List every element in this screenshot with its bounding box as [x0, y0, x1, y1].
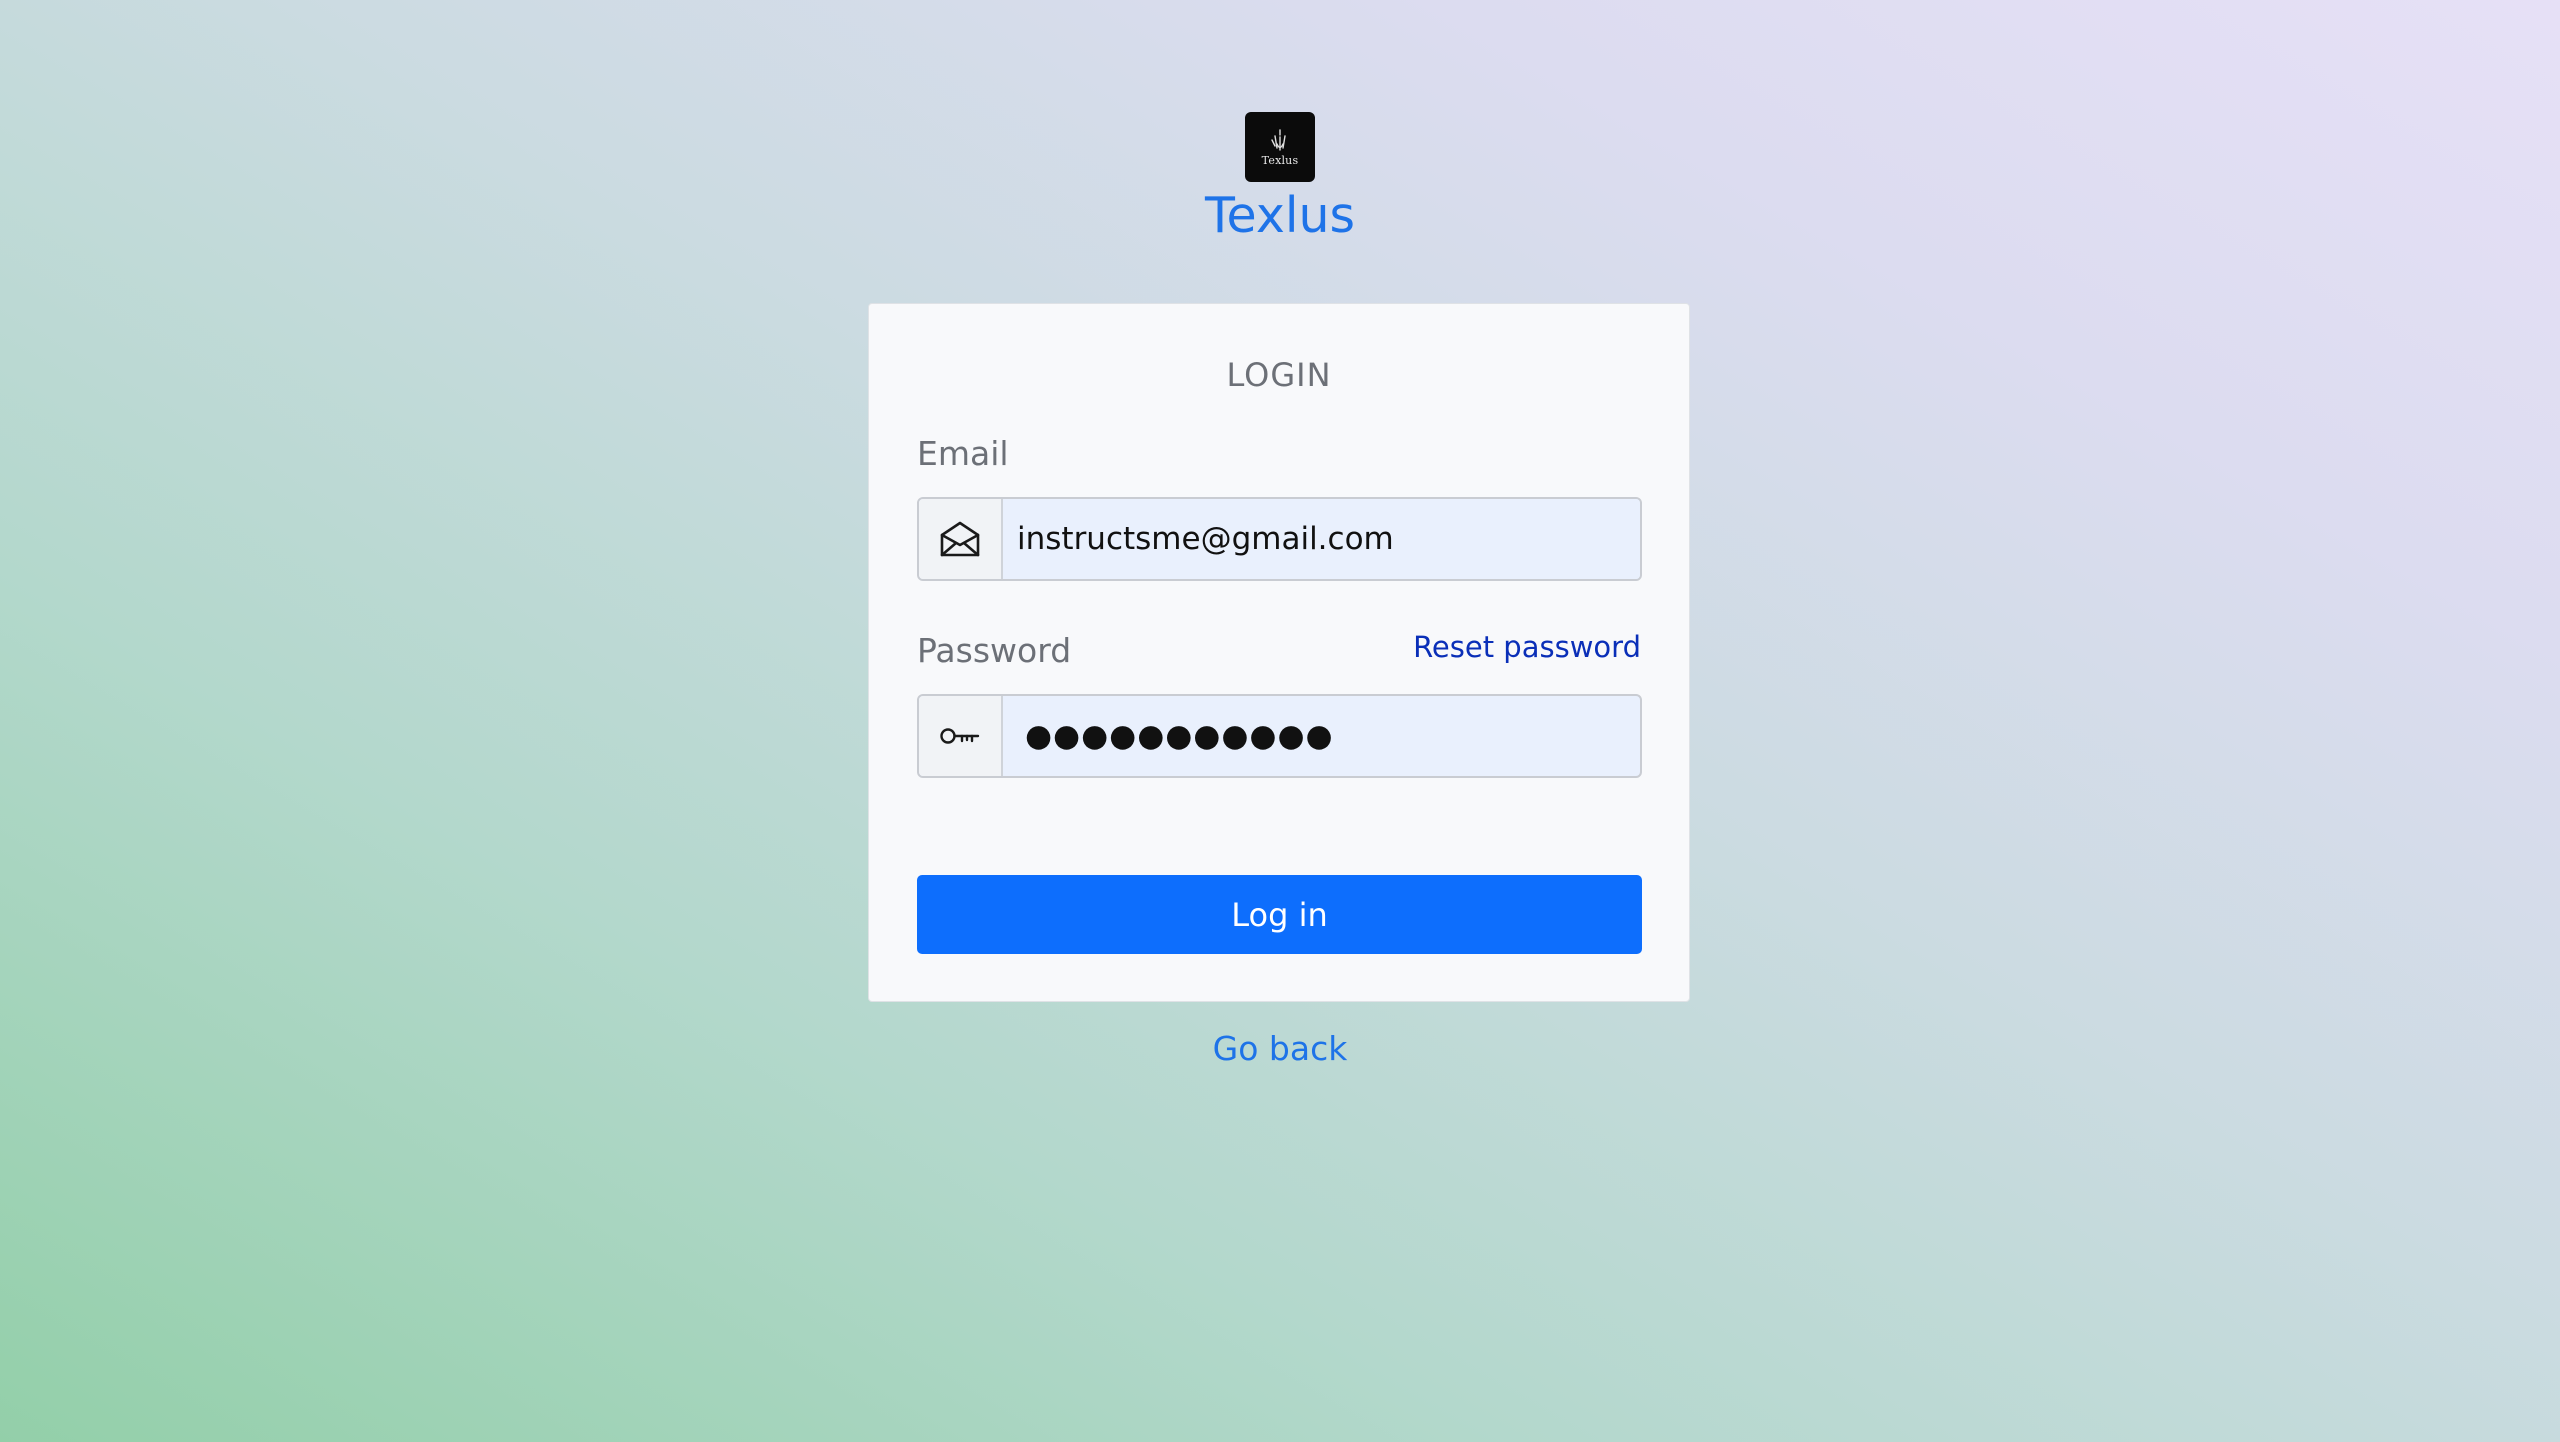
login-button[interactable]: Log in — [917, 875, 1642, 954]
envelope-open-icon — [940, 521, 980, 557]
hand-logo-icon — [1271, 128, 1286, 151]
go-back-link[interactable]: Go back — [0, 1029, 2560, 1068]
password-addon — [919, 696, 1003, 776]
login-card: LOGIN Email Password Reset password — [868, 303, 1690, 1002]
password-label: Password — [917, 631, 1072, 670]
key-icon — [940, 728, 980, 744]
email-field[interactable] — [1003, 499, 1640, 579]
texlus-logo: Texlus — [1245, 112, 1315, 182]
email-label: Email — [917, 434, 1009, 473]
email-input-group — [917, 497, 1642, 581]
password-input-group: ●●●●●●●●●●● — [917, 694, 1642, 778]
login-title: LOGIN — [1226, 356, 1332, 394]
logo-text: Texlus — [1261, 153, 1299, 167]
email-addon — [919, 499, 1003, 579]
password-field[interactable]: ●●●●●●●●●●● — [1003, 696, 1640, 776]
reset-password-link[interactable]: Reset password — [1413, 630, 1641, 664]
brand-title: Texlus — [1204, 187, 1356, 244]
